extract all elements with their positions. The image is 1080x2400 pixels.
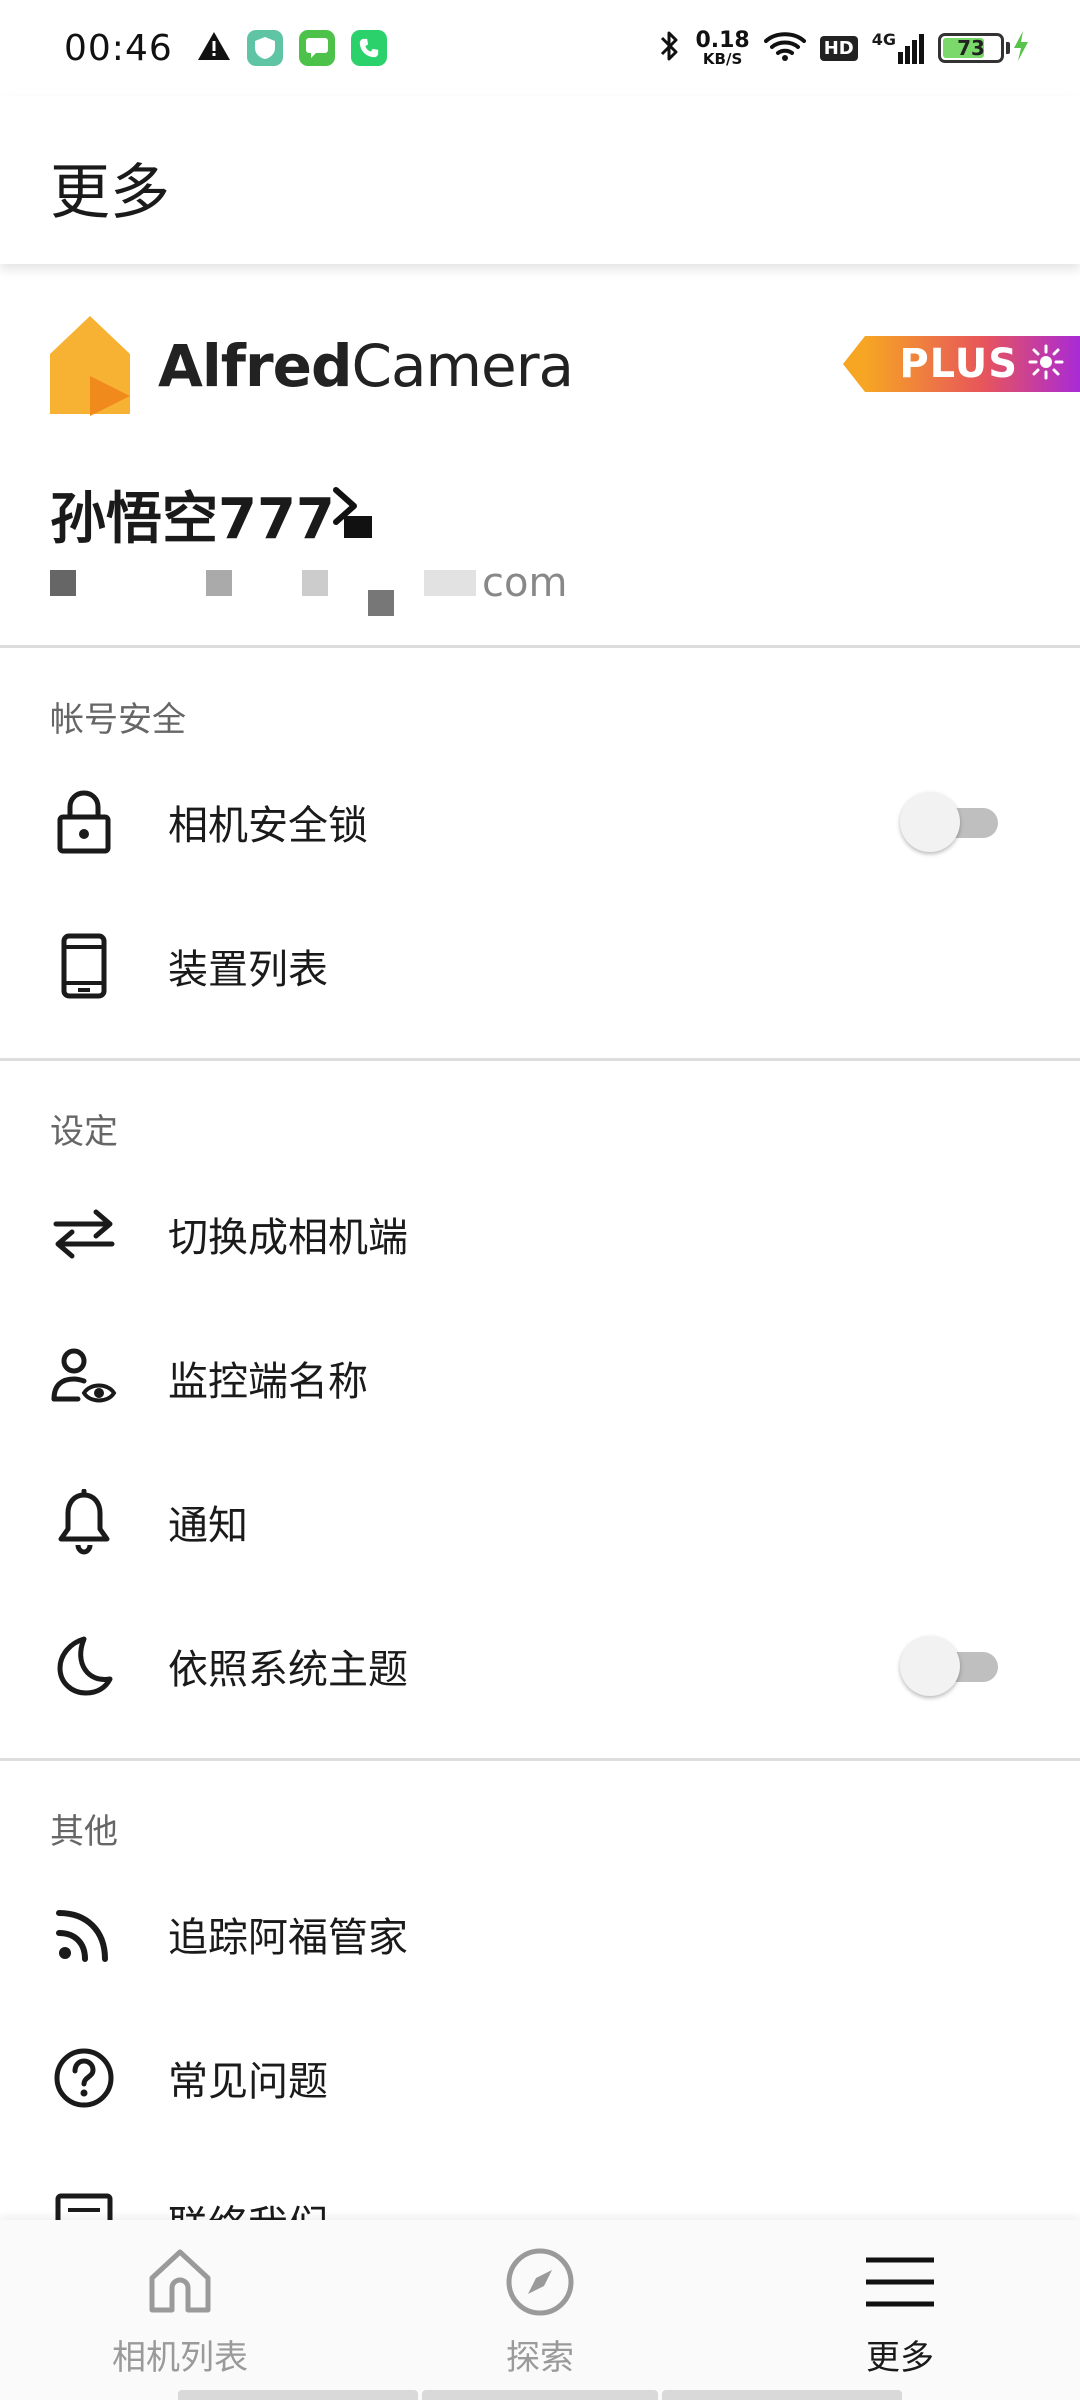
lock-icon bbox=[50, 788, 118, 856]
section-title-security: 帐号安全 bbox=[50, 700, 186, 740]
status-right: 0.18 KB/S HD 4G 73 bbox=[659, 29, 1030, 67]
gesture-bar bbox=[422, 2390, 658, 2400]
phone-device-icon bbox=[50, 932, 118, 1000]
alfred-logo-icon bbox=[50, 316, 130, 416]
system-theme-toggle[interactable] bbox=[900, 1636, 1000, 1696]
menu-item-viewer-name[interactable]: 监控端名称 bbox=[0, 1306, 1080, 1450]
charging-icon bbox=[1012, 30, 1030, 66]
nav-tab-camera-list[interactable]: 相机列表 bbox=[0, 2220, 360, 2400]
menu-item-switch-to-camera[interactable]: 切换成相机端 bbox=[0, 1162, 1080, 1306]
chevron-right-icon[interactable] bbox=[330, 484, 376, 544]
message-app-icon bbox=[298, 30, 335, 66]
menu-item-notifications[interactable]: 通知 bbox=[0, 1450, 1080, 1594]
sparkle-icon bbox=[1028, 344, 1064, 384]
hd-badge: HD bbox=[819, 35, 858, 61]
nav-tab-explore[interactable]: 探索 bbox=[360, 2220, 720, 2400]
user-name[interactable]: 孙悟空777 bbox=[50, 474, 335, 555]
page-title: 更多 bbox=[50, 158, 170, 228]
alfred-logo: AlfredCamera bbox=[48, 314, 574, 418]
section-divider bbox=[0, 1058, 1080, 1061]
cell-signal-icon: 4G bbox=[872, 32, 924, 64]
warning-icon bbox=[197, 31, 231, 65]
section-title-settings: 设定 bbox=[50, 1112, 118, 1152]
phone-app-icon bbox=[350, 30, 387, 66]
network-speed: 0.18 KB/S bbox=[695, 27, 750, 68]
gesture-bar bbox=[178, 2390, 418, 2400]
home-icon bbox=[144, 2246, 216, 2322]
compass-icon bbox=[504, 2246, 576, 2322]
status-bar: 00:46 0.18 KB/S HD 4G 73 bbox=[0, 0, 1080, 96]
wifi-icon bbox=[763, 30, 806, 66]
menu-item-camera-lock[interactable]: 相机安全锁 bbox=[0, 750, 1080, 894]
user-email: com bbox=[50, 550, 567, 616]
bell-icon bbox=[50, 1488, 118, 1556]
viewer-name-icon bbox=[50, 1344, 118, 1412]
account-card[interactable]: AlfredCamera PLUS 孙悟空777 com bbox=[0, 264, 1080, 648]
menu-item-device-list[interactable]: 装置列表 bbox=[0, 894, 1080, 1038]
nav-tab-more[interactable]: 更多 bbox=[720, 2220, 1080, 2400]
rss-icon bbox=[50, 1900, 118, 1968]
menu-icon bbox=[862, 2246, 938, 2322]
notification-icons bbox=[197, 30, 387, 66]
menu-item-system-theme[interactable]: 依照系统主题 bbox=[0, 1594, 1080, 1738]
plus-label: PLUS bbox=[899, 341, 1018, 387]
status-time: 00:46 bbox=[64, 27, 173, 69]
app-bar: 更多 bbox=[0, 96, 1080, 264]
menu-item-follow-alfred[interactable]: 追踪阿福管家 bbox=[0, 1862, 1080, 2006]
plus-badge[interactable]: PLUS bbox=[843, 336, 1080, 392]
section-divider bbox=[0, 1758, 1080, 1761]
menu-item-faq[interactable]: 常见问题 bbox=[0, 2006, 1080, 2150]
moon-icon bbox=[50, 1632, 118, 1700]
bluetooth-icon bbox=[659, 29, 681, 67]
battery-indicator: 73 bbox=[938, 30, 1030, 66]
email-suffix: com bbox=[482, 560, 568, 606]
shield-app-icon bbox=[246, 30, 283, 66]
swap-icon bbox=[50, 1200, 118, 1268]
section-title-other: 其他 bbox=[50, 1812, 118, 1852]
camera-lock-toggle[interactable] bbox=[900, 792, 1000, 852]
gesture-bar bbox=[662, 2390, 902, 2400]
bottom-navigation: 相机列表 探索 更多 bbox=[0, 2220, 1080, 2400]
help-icon bbox=[50, 2044, 118, 2112]
